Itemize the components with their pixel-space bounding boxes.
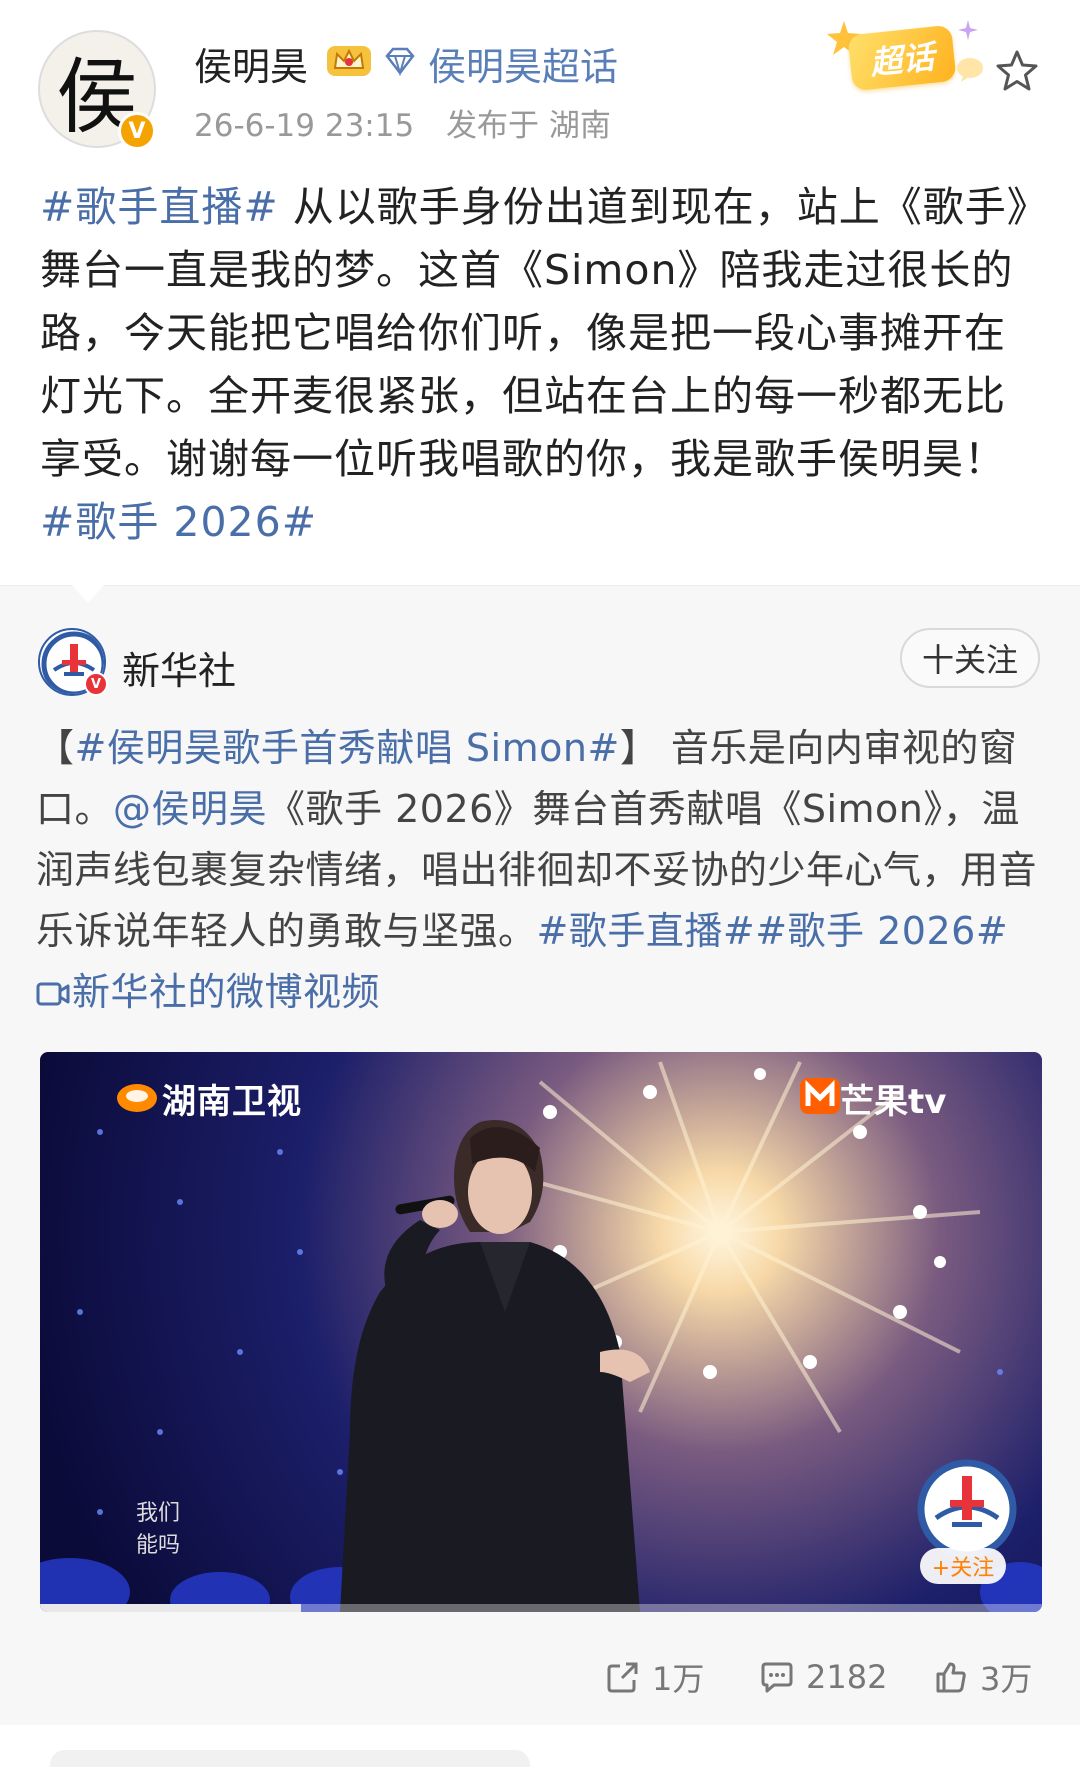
verified-badge: V xyxy=(118,112,156,150)
post-text: #歌手直播# 从以歌手身份出道到现在，站上《歌手》舞台一直是我的梦。这首《Sim… xyxy=(40,176,1040,554)
repost-notch xyxy=(72,585,104,603)
hunan-tv-logo-icon xyxy=(117,1084,157,1112)
hashtag-link[interactable]: #歌手直播# xyxy=(537,909,756,953)
xinhua-verified-badge: V xyxy=(84,672,108,696)
video-follow-label: +关注 xyxy=(931,1556,995,1581)
stage-scene xyxy=(40,1061,1042,1612)
post-meta: 26-6-19 23:15 发布于 湖南 xyxy=(194,100,611,145)
hashtag-link[interactable]: #歌手直播# xyxy=(40,183,279,231)
supertopic-link[interactable]: 侯明昊超话 xyxy=(428,36,618,91)
repost-text: 【#侯明昊歌手首秀献唱 Simon#】 音乐是向内审视的窗口。@侯明昊《歌手 2… xyxy=(36,718,1046,1023)
hashtag-link[interactable]: #侯明昊歌手首秀献唱 Simon# xyxy=(75,726,620,770)
mango-tv-logo-icon xyxy=(800,1078,840,1114)
follow-label: 十关注 xyxy=(921,641,1018,679)
mention-link[interactable]: @侯明昊 xyxy=(113,787,267,831)
hashtag-link[interactable]: #歌手 2026# xyxy=(755,909,1008,953)
share-icon xyxy=(607,1662,638,1693)
sparkle-icon xyxy=(958,20,978,40)
singer-figure xyxy=(340,1120,650,1612)
subtitle-line: 我们 xyxy=(136,1501,181,1526)
video-link-label: 新华社的微博视频 xyxy=(72,970,381,1014)
comment-action[interactable]: 2182 xyxy=(760,1652,887,1702)
original-post: 侯 V 侯明昊 侯明昊超话 26-6-19 23:15 发布于 湖南 超话 #歌… xyxy=(0,0,1080,585)
subtitle-line: 能吗 xyxy=(136,1533,181,1558)
like-count: 3万 xyxy=(980,1660,1033,1698)
bracket-close: 】 xyxy=(619,726,659,770)
crown-icon xyxy=(327,46,371,76)
diamond-icon xyxy=(385,47,415,76)
video-progress-fill xyxy=(40,1604,301,1612)
verified-mark: V xyxy=(128,118,146,144)
share-count: 1万 xyxy=(652,1660,705,1698)
video-player[interactable]: 湖南卫视 芒果tv 我们 能吗 +关注 xyxy=(40,1052,1042,1612)
video-follow-button[interactable]: +关注 xyxy=(920,1548,1006,1584)
chaohua-label: 超话 xyxy=(868,37,937,83)
next-item-pill xyxy=(50,1750,530,1767)
post-timestamp: 26-6-19 23:15 xyxy=(194,108,415,144)
xinhua-verified-mark: V xyxy=(90,676,102,692)
comment-icon xyxy=(761,1662,793,1693)
share-action[interactable]: 1万 xyxy=(606,1652,704,1702)
video-subtitle: 我们 能吗 xyxy=(136,1498,180,1562)
bubble-icon xyxy=(957,58,983,82)
watermark-hunan-tv: 湖南卫视 xyxy=(162,1082,302,1122)
repost-author-name[interactable]: 新华社 xyxy=(122,640,236,695)
video-link[interactable]: 新华社的微博视频 xyxy=(36,970,380,1014)
comment-count: 2182 xyxy=(806,1658,888,1696)
star-icon[interactable] xyxy=(994,48,1040,94)
like-action[interactable]: 3万 xyxy=(934,1652,1032,1702)
follow-button[interactable]: 十关注 xyxy=(900,628,1040,688)
video-camera-icon xyxy=(36,982,70,1006)
watermark-mango-tv: 芒果tv xyxy=(840,1082,947,1122)
bracket-open: 【 xyxy=(36,726,75,770)
xinhua-watermark-icon xyxy=(917,1459,1017,1559)
chaohua-badge[interactable]: 超话 xyxy=(847,24,957,92)
hashtag-link[interactable]: #歌手 2026# xyxy=(40,498,317,546)
thumbs-up-icon xyxy=(936,1662,966,1693)
post-location: 发布于 湖南 xyxy=(446,108,611,144)
author-name[interactable]: 侯明昊 xyxy=(194,36,308,91)
